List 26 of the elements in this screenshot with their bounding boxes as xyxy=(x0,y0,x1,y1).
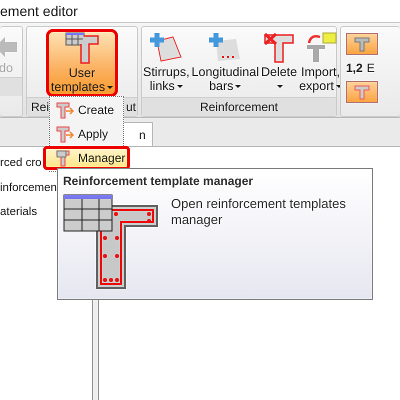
ribbon-label: E xyxy=(366,61,375,75)
t-beam-arrow-icon xyxy=(56,125,74,143)
bars-icon xyxy=(208,31,242,63)
window-title: ement editor xyxy=(0,3,78,19)
menu-item[interactable]: Apply xyxy=(51,122,122,146)
delete-icon xyxy=(262,31,296,63)
group-label: Rei xyxy=(31,100,50,114)
ribbon-button[interactable]: Delete xyxy=(260,29,298,95)
menu-item[interactable]: Manager xyxy=(43,146,130,170)
ribbon-button[interactable] xyxy=(346,81,378,103)
numbering-label: 1,2 xyxy=(346,61,363,75)
stirrup-icon xyxy=(149,31,184,63)
ribbon-button[interactable]: Stirrups, links xyxy=(142,29,191,95)
tooltip-title: Reinforcement template manager xyxy=(63,174,254,188)
tooltip-description: Open reinforcement templates manager xyxy=(171,196,347,229)
t-beam-icon xyxy=(354,84,370,100)
user-templates-button[interactable]: User templates xyxy=(46,29,118,97)
t-beam-icon xyxy=(354,36,370,52)
ribbon-button[interactable]: Longitudinal bars xyxy=(190,29,260,95)
tab[interactable]: n xyxy=(122,122,153,146)
menu-item[interactable]: Create xyxy=(51,98,122,122)
ribbon-button[interactable] xyxy=(346,33,378,55)
group-label: ut xyxy=(126,100,136,114)
t-beam-arrow-icon xyxy=(56,101,74,119)
group-label: Reinforcement xyxy=(200,100,278,114)
template-table-icon xyxy=(65,32,99,64)
